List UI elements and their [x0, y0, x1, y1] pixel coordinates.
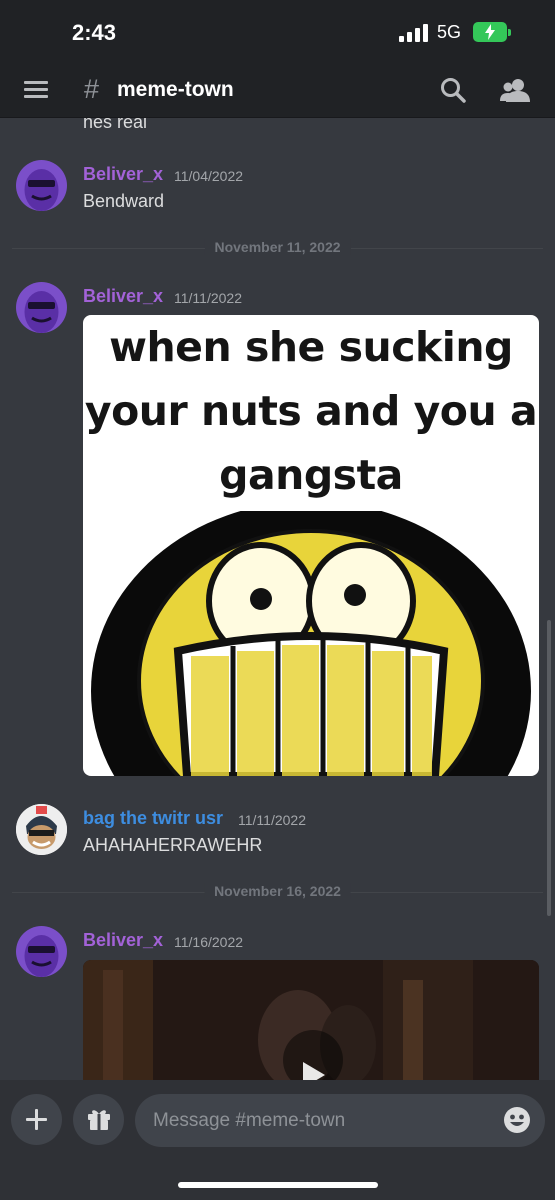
status-bar: 2:43 5G: [0, 0, 555, 62]
channel-header: # meme-town: [0, 62, 555, 118]
avatar[interactable]: [16, 160, 67, 211]
message-timestamp: 11/16/2022: [174, 934, 244, 950]
gift-button[interactable]: [73, 1094, 124, 1145]
message-text: hes real: [83, 118, 148, 132]
signal-icon: [399, 24, 429, 42]
battery-icon: [473, 22, 511, 42]
gift-icon: [88, 1110, 110, 1130]
message-text: Bendward: [83, 191, 165, 211]
video-attachment[interactable]: [83, 960, 539, 1080]
hamburger-icon[interactable]: [24, 81, 48, 99]
message-text: AHAHAHERRAWEHR: [83, 835, 263, 855]
image-attachment[interactable]: when she sucking your nuts and you a gan…: [83, 315, 539, 776]
date-divider: November 16, 2022: [12, 883, 543, 899]
message-timestamp: 11/11/2022: [174, 290, 242, 306]
date-divider-label: November 16, 2022: [204, 883, 351, 899]
author-name[interactable]: Beliver_x: [83, 930, 163, 951]
date-divider: November 11, 2022: [12, 239, 543, 255]
members-icon[interactable]: [500, 77, 530, 103]
message-input[interactable]: [135, 1094, 545, 1147]
message-list[interactable]: hes real Beliver_x 11/04/2022 Bendward N…: [0, 118, 555, 1080]
channel-name[interactable]: meme-town: [117, 78, 234, 102]
scrollbar[interactable]: [547, 620, 551, 916]
home-indicator: [178, 1182, 378, 1188]
search-icon[interactable]: [440, 77, 466, 103]
avatar[interactable]: [16, 282, 67, 333]
emoji-icon[interactable]: [503, 1106, 531, 1134]
avatar[interactable]: [16, 926, 67, 977]
message-timestamp: 11/11/2022: [238, 812, 306, 828]
plus-icon[interactable]: [11, 1094, 62, 1145]
author-name[interactable]: Beliver_x: [83, 164, 163, 185]
avatar[interactable]: [16, 804, 67, 855]
author-name[interactable]: Beliver_x: [83, 286, 163, 307]
message-timestamp: 11/04/2022: [174, 168, 244, 184]
image-caption: when she sucking your nuts and you a gan…: [84, 323, 538, 499]
author-name[interactable]: bag the twitr usr: [83, 808, 223, 829]
network-type: 5G: [437, 22, 462, 42]
date-divider-label: November 11, 2022: [204, 239, 351, 255]
channel-hash-icon: #: [84, 74, 100, 104]
status-time: 2:43: [72, 20, 117, 45]
play-icon[interactable]: [301, 1060, 327, 1080]
emoji-face-image: [91, 511, 531, 776]
